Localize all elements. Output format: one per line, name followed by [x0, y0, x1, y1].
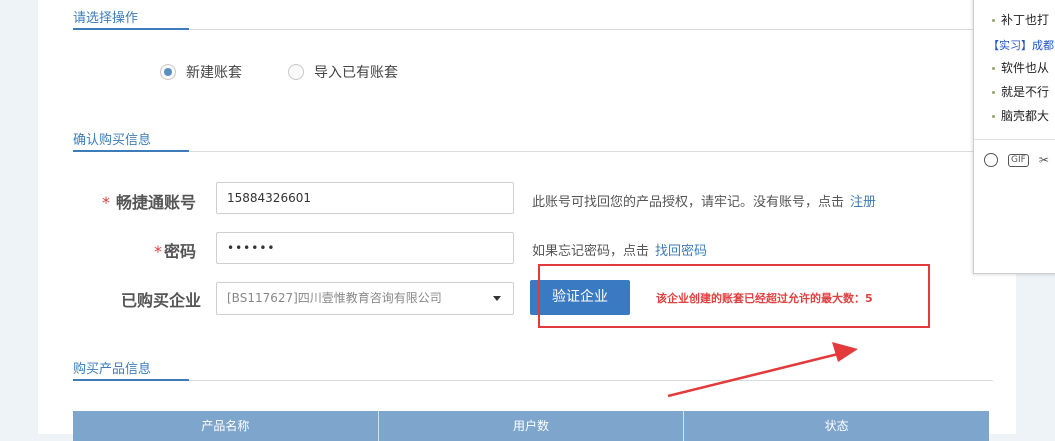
section-accent: [73, 28, 189, 30]
chat-message: 软件也从: [1001, 61, 1050, 75]
emoji-icon[interactable]: [984, 153, 998, 167]
annotation-highlight-box: [538, 264, 930, 328]
section-accent: [73, 150, 189, 152]
company-label: 已购买企业: [121, 291, 202, 310]
account-label: * 畅捷通账号: [102, 193, 197, 212]
product-table-header: 产品名称 用户数 状态: [73, 411, 989, 441]
bullet: [992, 19, 995, 22]
account-hint: 此账号可找回您的产品授权，请牢记。没有账号，点击 注册: [532, 195, 877, 210]
chevron-down-icon[interactable]: [493, 296, 501, 301]
password-value: ••••••: [227, 241, 276, 255]
radio-label-new: 新建账套: [186, 65, 242, 81]
company-select[interactable]: [BS117627]四川壹惟教育咨询有限公司: [216, 282, 514, 315]
section-title-purchase-product: 购买产品信息: [73, 362, 152, 377]
scissors-icon[interactable]: ✂: [1039, 153, 1049, 167]
table-header-status: 状态: [824, 419, 849, 433]
chat-divider: [974, 139, 1055, 140]
section-accent: [73, 379, 189, 381]
main-card: 请选择操作 新建账套 导入已有账套 确认购买信息 * 畅捷通账号 15884326…: [38, 0, 1016, 441]
chat-message: 脑壳都大: [1001, 109, 1050, 123]
radio-button[interactable]: [288, 64, 304, 80]
table-header-product-name: 产品名称: [73, 411, 379, 441]
bullet: [992, 67, 995, 70]
register-link[interactable]: 注册: [850, 195, 876, 210]
bullet: [992, 115, 995, 118]
password-input[interactable]: ••••••: [216, 232, 514, 264]
chat-toolbar: GIF ✂: [984, 153, 1049, 167]
section-title-select-operation: 请选择操作: [73, 11, 139, 26]
radio-new-account-set[interactable]: 新建账套: [160, 62, 242, 82]
password-hint: 如果忘记密码，点击 找回密码: [532, 244, 708, 259]
chat-message-link[interactable]: 【实习】成都: [988, 37, 1054, 53]
company-select-value: [BS117627]四川壹惟教育咨询有限公司: [227, 291, 442, 305]
bullet: [992, 91, 995, 94]
required-mark: *: [102, 193, 110, 212]
section-title-confirm-purchase: 确认购买信息: [73, 133, 152, 148]
chat-message: 补丁也打: [1001, 13, 1050, 27]
forgot-password-link[interactable]: 找回密码: [655, 244, 707, 259]
radio-label-import: 导入已有账套: [314, 65, 398, 81]
required-mark: *: [154, 242, 162, 261]
chat-message: 就是不行: [1001, 85, 1050, 99]
section-divider: [73, 380, 993, 381]
gif-icon[interactable]: GIF: [1008, 153, 1029, 167]
account-input[interactable]: 15884326601: [216, 182, 514, 214]
chat-panel: 补丁也打 【实习】成都 软件也从 就是不行 脑壳都大 GIF ✂: [973, 0, 1055, 274]
radio-import-account-set[interactable]: 导入已有账套: [288, 62, 398, 82]
password-label: * 密码: [154, 242, 197, 261]
section-divider: [73, 29, 993, 30]
account-value: 15884326601: [227, 191, 311, 205]
table-header-user-count: 用户数: [379, 411, 685, 441]
radio-button-checked[interactable]: [160, 64, 176, 80]
section-divider: [73, 151, 993, 152]
